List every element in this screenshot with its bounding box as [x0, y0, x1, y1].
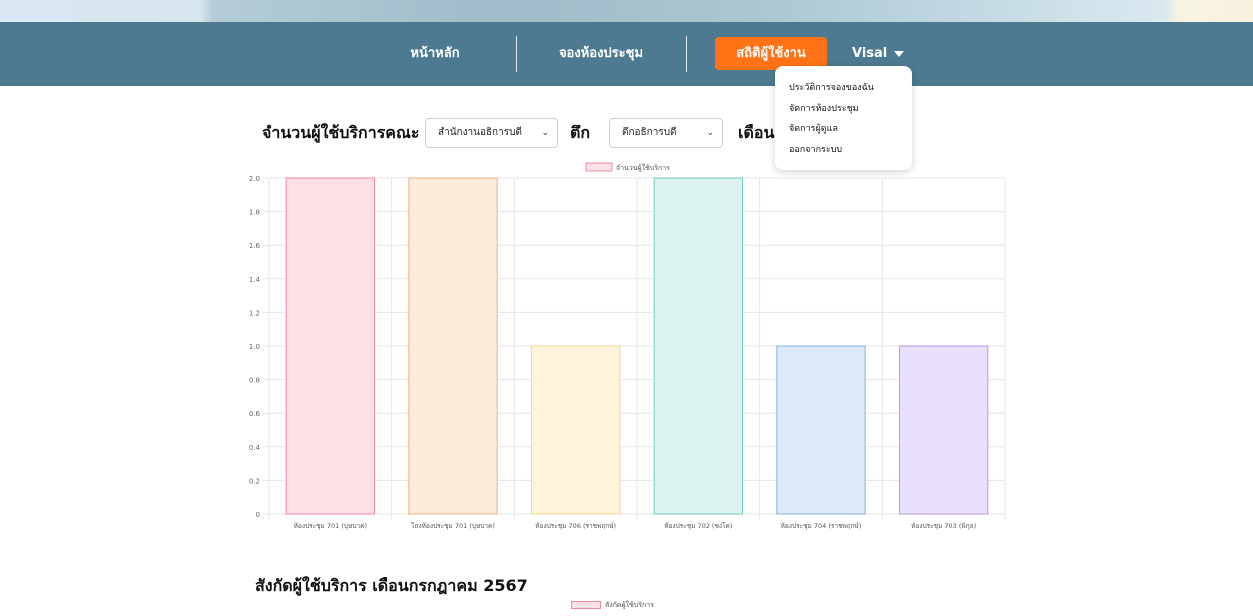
- user-name: Visal: [852, 46, 888, 61]
- chart-bar: [899, 345, 989, 515]
- menu-item-manage-rooms[interactable]: จัดการห้องประชุม: [775, 99, 912, 120]
- nav-divider: [686, 36, 687, 72]
- chevron-down-icon: ⌄: [706, 128, 714, 138]
- y-tick-label: 1.4: [249, 276, 261, 284]
- legend-label: สังกัดผู้ใช้บริการ: [605, 601, 654, 609]
- chart-bar: [776, 345, 866, 515]
- top-navbar: หน้าหลัก จองห้องประชุม สถิติผู้ใช้งาน Vi…: [0, 22, 1253, 86]
- bar-chart-svg: จำนวนผู้ใช้บริการ 0 0.2 0.4 0.6 0.8 1.0 1.2 1.4 1…: [249, 162, 1006, 530]
- filter-row: จำนวนผู้ใช้บริการคณะ สำนักงานอธิการบดี ⌄…: [0, 118, 1253, 148]
- y-tick-label: 1.0: [249, 343, 260, 351]
- nav-home-link[interactable]: หน้าหลัก: [390, 22, 480, 86]
- menu-item-my-bookings[interactable]: ประวัติการจองของฉัน: [775, 78, 912, 99]
- chevron-down-icon: ⌄: [541, 128, 549, 138]
- office-select-value: สำนักงานอธิการบดี: [438, 127, 522, 138]
- y-tick-label: 0.8: [249, 377, 260, 385]
- x-tick-label: ห้องประชุม 702 (ชงโค): [664, 522, 732, 530]
- building-select[interactable]: ตึกอธิการบดี ⌄: [609, 118, 723, 148]
- month-label: เดือน: [738, 123, 775, 142]
- legend-swatch: [571, 601, 601, 609]
- y-tick-label: 0.6: [249, 410, 261, 418]
- chart-bar: [285, 177, 375, 515]
- y-tick-label: 1.8: [249, 209, 260, 217]
- nav-booking-link[interactable]: จองห้องประชุม: [530, 22, 672, 86]
- y-tick-label: 0: [256, 511, 260, 519]
- building-label: ตึก: [570, 123, 591, 142]
- x-tick-label: ห้องประชุม 706 (ราชพฤกษ์): [535, 522, 616, 530]
- chart-bar: [408, 177, 498, 515]
- x-tick-label: ห้องประชุม 704 (ราชพฤกษ์): [781, 522, 862, 530]
- section2-legend: สังกัดผู้ใช้บริการ: [571, 600, 654, 610]
- caret-down-icon: [894, 50, 905, 57]
- building-select-value: ตึกอธิการบดี: [622, 127, 677, 138]
- header-banner-image: [0, 0, 1253, 22]
- y-tick-label: 2.0: [249, 175, 260, 183]
- y-tick-label: 0.4: [249, 444, 261, 452]
- chart-bar: [531, 345, 621, 515]
- y-tick-label: 1.6: [249, 242, 261, 250]
- legend-swatch: [585, 162, 613, 172]
- legend-label: จำนวนผู้ใช้บริการ: [616, 163, 670, 172]
- x-tick-label: โถงห้องประชุม 701 (บุษบาค): [411, 522, 495, 530]
- section2-title: สังกัดผู้ใช้บริการ เดือนกรกฎาคม 2567: [255, 576, 528, 595]
- usage-bar-chart: จำนวนผู้ใช้บริการ 0 0.2 0.4 0.6 0.8 1.0 1.2 1.4 1…: [222, 158, 1022, 538]
- y-tick-label: 1.2: [249, 309, 260, 317]
- x-tick-label: ห้องประชุม 701 (บุษบาค): [294, 522, 367, 530]
- chart-bar: [653, 177, 743, 515]
- count-label: จำนวนผู้ใช้บริการคณะ: [262, 123, 420, 142]
- office-select[interactable]: สำนักงานอธิการบดี ⌄: [425, 118, 558, 148]
- y-tick-label: 0.2: [249, 477, 260, 485]
- x-tick-label: ห้องประชุม 703 (พิกุล): [911, 522, 976, 530]
- nav-divider: [516, 36, 517, 72]
